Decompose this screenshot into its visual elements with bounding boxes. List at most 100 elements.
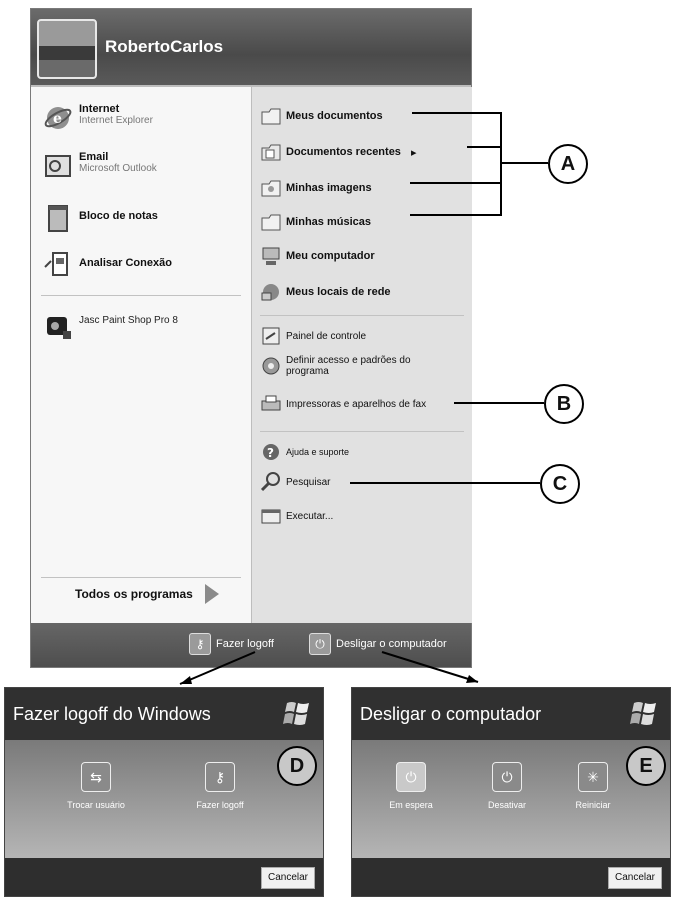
logoff-dialog: Fazer logoff do Windows D ⇆ Trocar usuár… bbox=[4, 687, 324, 897]
search-item[interactable]: Pesquisar bbox=[260, 471, 330, 493]
cancel-button[interactable]: Cancelar bbox=[607, 867, 662, 889]
svg-text:e: e bbox=[53, 111, 62, 127]
recent-paint-shop[interactable]: Jasc Paint Shop Pro 8 bbox=[43, 311, 178, 341]
callout-line bbox=[454, 402, 544, 404]
program-access-item[interactable]: Definir acesso e padrões do programa bbox=[260, 355, 460, 377]
recent-title: Jasc Paint Shop Pro 8 bbox=[79, 315, 178, 326]
program-access-icon bbox=[262, 357, 280, 375]
control-panel-label: Painel de controle bbox=[286, 330, 367, 342]
run-label: Executar... bbox=[286, 510, 334, 522]
power-icon: ⏻ bbox=[492, 762, 522, 792]
help-label: Ajuda e suporte bbox=[286, 446, 350, 457]
submenu-arrow-icon: ▸ bbox=[410, 146, 417, 159]
places-recent-documents[interactable]: Documentos recentes ▸ bbox=[260, 141, 416, 163]
pinned-title: Analisar Conexão bbox=[79, 257, 172, 269]
run-item[interactable]: Executar... bbox=[260, 505, 333, 527]
standby-icon: ⏻ bbox=[396, 762, 426, 792]
cancel-button[interactable]: Cancelar bbox=[260, 867, 315, 889]
places-label: Meus documentos bbox=[286, 110, 383, 122]
arrow-right-icon bbox=[204, 584, 219, 604]
switch-user-button[interactable]: ⇆ Trocar usuário bbox=[51, 762, 141, 810]
user-avatar[interactable] bbox=[37, 19, 97, 79]
restart-button[interactable]: ✳ Reiniciar bbox=[548, 762, 638, 810]
program-access-label: Definir acesso e padrões do programa bbox=[286, 355, 411, 377]
notepad-icon bbox=[48, 205, 68, 232]
help-icon: ? bbox=[263, 444, 279, 460]
all-programs-button[interactable]: Todos os programas bbox=[75, 584, 219, 604]
places-label: Minhas imagens bbox=[286, 182, 372, 194]
callout-line bbox=[467, 146, 502, 148]
run-icon bbox=[261, 509, 281, 524]
pinned-notepad[interactable]: Bloco de notas bbox=[43, 203, 158, 233]
control-panel-item[interactable]: Painel de controle bbox=[260, 325, 366, 347]
start-menu-header: RobertoCarlos bbox=[31, 9, 471, 87]
callout-line bbox=[410, 214, 502, 216]
pinned-email[interactable]: Email Microsoft Outlook bbox=[43, 151, 157, 181]
paint-shop-icon bbox=[47, 317, 71, 339]
key-icon: ⚷ bbox=[205, 762, 235, 792]
search-icon bbox=[260, 472, 280, 492]
callout-line bbox=[410, 182, 502, 184]
internet-explorer-icon: e bbox=[44, 107, 72, 129]
dialog-logoff-label: Fazer logoff bbox=[196, 800, 244, 810]
places-my-documents[interactable]: Meus documentos bbox=[260, 105, 383, 127]
dialog-arrows bbox=[179, 651, 479, 685]
shutdown-dialog-body: E ⏻ Em espera ⏻ Desativar ✳ Reiniciar bbox=[352, 740, 670, 858]
printer-icon bbox=[261, 395, 281, 411]
username-label: RobertoCarlos bbox=[105, 37, 224, 56]
restart-label: Reiniciar bbox=[575, 800, 611, 810]
pinned-network-analyzer[interactable]: Analisar Conexão bbox=[43, 249, 172, 279]
tools-separator bbox=[260, 431, 464, 432]
places-network[interactable]: Meus locais de rede bbox=[260, 281, 391, 303]
places-label: Meu computador bbox=[286, 250, 375, 262]
folder-documents-icon bbox=[261, 108, 281, 125]
switch-user-label: Trocar usuário bbox=[67, 800, 125, 810]
places-label: Meus locais de rede bbox=[286, 286, 391, 298]
all-programs-separator bbox=[41, 577, 241, 578]
callout-line bbox=[500, 162, 548, 164]
left-pane: e Internet Internet Explorer Email Micro… bbox=[31, 87, 251, 623]
shutdown-dialog: Desligar o computador E ⏻ Em espera ⏻ De… bbox=[351, 687, 671, 897]
network-analyzer-icon bbox=[44, 252, 68, 276]
restart-icon: ✳ bbox=[578, 762, 608, 792]
callout-c: C bbox=[540, 464, 580, 504]
places-label: Minhas músicas bbox=[286, 216, 371, 228]
pinned-title: Bloco de notas bbox=[79, 210, 158, 222]
callout-line bbox=[500, 112, 502, 216]
right-pane: Meus documentos Documentos recentes ▸ Mi… bbox=[251, 87, 472, 623]
svg-text:?: ? bbox=[267, 446, 274, 460]
logoff-dialog-body: D ⇆ Trocar usuário ⚷ Fazer logoff bbox=[5, 740, 323, 858]
places-my-pictures[interactable]: Minhas imagens bbox=[260, 177, 372, 199]
outlook-icon bbox=[45, 155, 71, 177]
computer-icon bbox=[262, 247, 280, 265]
callout-b: B bbox=[544, 384, 584, 424]
windows-logo-icon bbox=[283, 702, 309, 725]
start-menu: RobertoCarlos e Internet Internet Explor… bbox=[30, 8, 472, 668]
pinned-title: Internet bbox=[79, 103, 120, 115]
places-my-computer[interactable]: Meu computador bbox=[260, 245, 375, 267]
places-separator bbox=[260, 315, 464, 316]
pinned-internet[interactable]: e Internet Internet Explorer bbox=[43, 103, 153, 133]
pinned-separator bbox=[41, 295, 241, 296]
places-my-music[interactable]: Minhas músicas bbox=[260, 211, 371, 233]
standby-button[interactable]: ⏻ Em espera bbox=[366, 762, 456, 810]
dialog-logoff-button[interactable]: ⚷ Fazer logoff bbox=[175, 762, 265, 810]
pinned-subtitle: Internet Explorer bbox=[79, 115, 153, 126]
pinned-title: Email bbox=[79, 151, 109, 163]
network-places-icon bbox=[261, 284, 279, 301]
folder-pictures-icon bbox=[261, 180, 281, 197]
all-programs-label: Todos os programas bbox=[75, 587, 193, 601]
callout-a: A bbox=[548, 144, 588, 184]
search-label: Pesquisar bbox=[286, 476, 331, 488]
help-item[interactable]: ? Ajuda e suporte bbox=[260, 441, 349, 463]
recent-documents-icon bbox=[261, 144, 281, 161]
windows-logo-icon bbox=[630, 702, 656, 725]
switch-user-icon: ⇆ bbox=[81, 762, 111, 792]
printers-label: Impressoras e aparelhos de fax bbox=[286, 398, 427, 410]
turn-off-label: Desativar bbox=[487, 800, 526, 810]
callout-line bbox=[412, 112, 502, 114]
turn-off-button[interactable]: ⏻ Desativar bbox=[462, 762, 552, 810]
printers-item[interactable]: Impressoras e aparelhos de fax bbox=[260, 393, 460, 415]
standby-label: Em espera bbox=[389, 800, 433, 810]
pinned-subtitle: Microsoft Outlook bbox=[79, 163, 157, 174]
